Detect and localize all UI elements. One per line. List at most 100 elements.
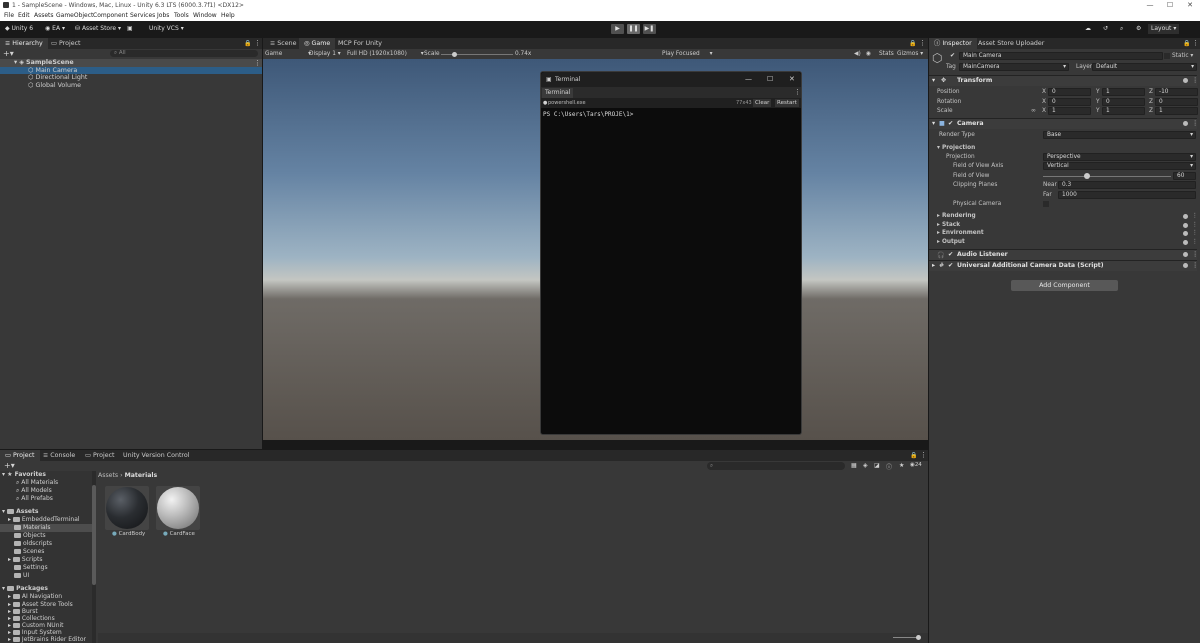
breadcrumb-materials[interactable]: Materials <box>125 472 158 479</box>
component-more-icon[interactable]: ⋮ <box>1192 77 1198 84</box>
component-more-icon[interactable]: ⋮ <box>1192 262 1198 269</box>
fov-input[interactable]: 60 <box>1173 172 1196 180</box>
gizmos-button[interactable]: Gizmos ▾ <box>897 50 923 58</box>
stats-button[interactable]: Stats <box>879 50 894 58</box>
filter-icon[interactable]: ◪ <box>874 462 880 469</box>
rotation-x-input[interactable]: 0 <box>1048 98 1091 106</box>
more-icon[interactable]: ⋮ <box>919 39 926 47</box>
lock-icon[interactable]: 🔒 <box>244 40 251 47</box>
menu-component[interactable]: Component <box>93 12 128 19</box>
favorites-section[interactable]: ▾ ★ Favorites <box>2 471 46 479</box>
hidden-count[interactable]: ◉24 <box>910 462 922 468</box>
assets-section[interactable]: ▾ Assets <box>2 508 38 516</box>
terminal-clear-button[interactable]: Clear <box>753 99 772 107</box>
vcs-button[interactable]: Unity VCS ▾ <box>146 24 187 34</box>
tab-mcp-for-unity[interactable]: MCP For Unity <box>333 38 387 49</box>
audio-listener-header[interactable]: 🎧 ✔ Audio Listener ⋮ <box>929 249 1198 260</box>
terminal-tab[interactable]: Terminal <box>542 88 574 98</box>
project-search-input[interactable]: ⌕ <box>707 462 845 470</box>
help-icon[interactable] <box>1183 223 1188 228</box>
terminal-close-button[interactable]: ✕ <box>789 75 795 83</box>
static-checkbox[interactable] <box>1164 53 1170 59</box>
scene-more-icon[interactable]: ⋮ <box>254 59 261 67</box>
help-icon[interactable] <box>1183 240 1188 245</box>
maximize-button[interactable]: ☐ <box>1160 0 1180 11</box>
section-more-icon[interactable]: ⋮ <box>1192 212 1198 220</box>
more-icon[interactable]: ⋮ <box>1192 39 1199 47</box>
object-name-input[interactable]: Main Camera <box>959 52 1163 60</box>
help-icon[interactable] <box>1183 231 1188 236</box>
favorites-item[interactable]: ⌕ All Prefabs <box>16 495 53 503</box>
folder-item[interactable]: oldscripts <box>14 540 52 548</box>
terminal-restart-button[interactable]: Restart <box>775 99 799 107</box>
menu-edit[interactable]: Edit <box>18 12 30 19</box>
section-more-icon[interactable]: ⋮ <box>1192 221 1198 229</box>
search-by-label-icon[interactable]: ◈ <box>863 462 868 469</box>
output-section[interactable]: ▸ Output <box>937 238 965 246</box>
cloud-button[interactable]: ▣ <box>124 24 136 34</box>
folder-item[interactable]: UI <box>14 572 29 580</box>
folder-item[interactable]: Objects <box>14 532 46 540</box>
search-button[interactable]: ⌕ <box>1117 24 1126 34</box>
icon-size-slider-thumb[interactable] <box>916 635 921 640</box>
lock-icon[interactable]: 🔒 <box>1183 40 1190 47</box>
component-more-icon[interactable]: ⋮ <box>1192 251 1198 258</box>
folder-item[interactable]: ▸ Scripts <box>8 556 42 564</box>
resolution-dropdown[interactable]: Full HD (1920x1080) ▾ <box>347 50 424 58</box>
scale-slider-thumb[interactable] <box>451 51 457 57</box>
scale-y-input[interactable]: 1 <box>1102 107 1145 115</box>
urp-camera-data-header[interactable]: ▸ # ✔ Universal Additional Camera Data (… <box>929 260 1198 271</box>
menu-jobs[interactable]: Jobs <box>157 12 169 19</box>
breadcrumb-assets[interactable]: Assets <box>98 472 118 479</box>
transform-header[interactable]: ▾ ✥ Transform ⋮ <box>929 75 1198 86</box>
help-icon[interactable] <box>1183 78 1188 83</box>
environment-section[interactable]: ▸ Environment <box>937 229 984 237</box>
play-mode-dropdown[interactable]: Play Focused ▾ <box>662 50 713 58</box>
tab-project-bottom[interactable]: ▭ Project <box>0 450 40 461</box>
menu-assets[interactable]: Assets <box>34 12 54 19</box>
packages-section[interactable]: ▾ Packages <box>2 585 48 593</box>
position-z-input[interactable]: -10 <box>1155 88 1198 96</box>
help-icon[interactable] <box>1183 252 1188 257</box>
audio-enabled-checkbox[interactable]: ✔ <box>948 251 953 258</box>
lock-icon[interactable]: 🔒 <box>909 40 916 47</box>
projection-section[interactable]: ▾ Projection <box>937 144 975 152</box>
tab-project-2[interactable]: ▭ Project <box>80 450 120 461</box>
asset-store-button[interactable]: ⛁ Asset Store ▾ <box>72 24 124 34</box>
folder-item[interactable]: ▸ EmbeddedTerminal <box>8 516 80 524</box>
terminal-minimize-button[interactable]: — <box>745 75 752 83</box>
material-label-cardface[interactable]: ● CardFace <box>163 531 195 537</box>
collab-button[interactable]: ☁ <box>1082 24 1094 34</box>
tab-asset-store-uploader[interactable]: Asset Store Uploader <box>973 38 1049 49</box>
favorite-star-icon[interactable]: ★ <box>899 462 904 469</box>
minimize-button[interactable]: — <box>1140 0 1160 11</box>
render-type-dropdown[interactable]: Base ▾ <box>1043 131 1196 139</box>
package-item[interactable]: ▸ JetBrains Rider Editor <box>8 636 86 643</box>
menu-file[interactable]: File <box>4 12 14 19</box>
camera-enabled-checkbox[interactable]: ✔ <box>948 120 953 127</box>
favorites-item[interactable]: ⌕ All Models <box>16 487 52 495</box>
stack-section[interactable]: ▸ Stack <box>937 221 960 229</box>
search-by-type-icon[interactable]: ▦ <box>851 462 857 469</box>
tag-dropdown[interactable]: MainCamera ▾ <box>959 63 1069 71</box>
tab-game[interactable]: ◎ Game <box>299 38 336 49</box>
physical-camera-checkbox[interactable] <box>1043 201 1049 207</box>
tab-inspector[interactable]: ⓘ Inspector <box>929 38 977 49</box>
fov-slider-track[interactable] <box>1043 176 1171 177</box>
fov-axis-dropdown[interactable]: Vertical ▾ <box>1043 162 1196 170</box>
terminal-prompt[interactable]: PS C:\Users\Tars\PROJE\1> <box>543 111 633 118</box>
tab-version-control[interactable]: Unity Version Control <box>118 450 194 461</box>
help-icon[interactable] <box>1183 121 1188 126</box>
more-icon[interactable]: ⋮ <box>920 451 927 459</box>
position-y-input[interactable]: 1 <box>1102 88 1145 96</box>
position-x-input[interactable]: 0 <box>1048 88 1091 96</box>
tree-scrollbar[interactable] <box>92 471 96 643</box>
urp-enabled-checkbox[interactable]: ✔ <box>948 262 953 269</box>
link-icon[interactable]: ∞ <box>1031 107 1036 115</box>
static-label[interactable]: Static ▾ <box>1172 52 1193 60</box>
account-button[interactable]: ◉ EA ▾ <box>42 24 68 34</box>
menu-tools[interactable]: Tools <box>174 12 189 19</box>
section-more-icon[interactable]: ⋮ <box>1192 238 1198 246</box>
visibility-button[interactable]: ◉ <box>866 50 871 58</box>
tab-project[interactable]: ▭ Project <box>46 38 86 49</box>
